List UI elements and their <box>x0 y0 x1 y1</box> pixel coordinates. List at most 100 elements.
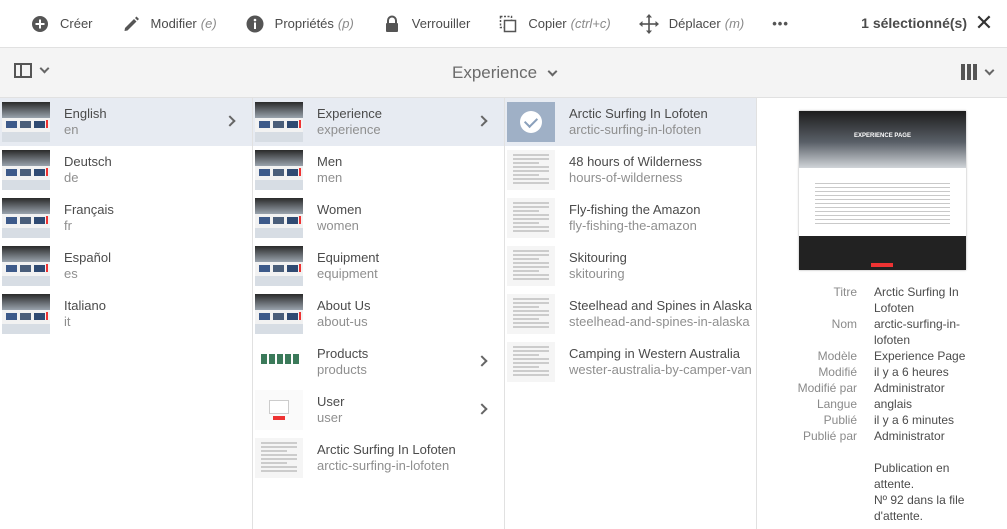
column-sections: Experience experience Men men Women women Equi… <box>253 98 505 529</box>
more-button[interactable]: ••• <box>758 0 803 48</box>
lock-button[interactable]: Verrouiller <box>368 0 485 48</box>
preview-thumbnail: EXPERIENCE PAGE <box>799 111 966 270</box>
item-title: About Us <box>317 298 371 313</box>
property-label: Modifié par <box>797 381 857 395</box>
move-button[interactable]: Déplacer (m) <box>625 0 759 48</box>
item-title: Women <box>317 202 362 217</box>
publication-status: Publication en attente. <box>757 460 1007 492</box>
list-item[interactable]: Products products <box>253 338 504 386</box>
column-languages: English en Deutsch de Français fr Español es Ita… <box>0 98 253 529</box>
list-item[interactable]: Deutsch de <box>0 146 252 194</box>
properties-button[interactable]: Propriétés (p) <box>231 0 368 48</box>
item-name: women <box>317 218 359 233</box>
list-item[interactable]: Women women <box>253 194 504 242</box>
item-texts: Products products <box>317 346 368 378</box>
item-name: hours-of-wilderness <box>569 170 683 185</box>
item-name: men <box>317 170 343 185</box>
property-label: Nom <box>831 317 857 331</box>
copy-shortcut: (ctrl+c) <box>570 16 611 31</box>
view-switcher-button[interactable] <box>961 64 995 80</box>
item-name: de <box>64 170 79 185</box>
item-title: Equipment <box>317 250 380 265</box>
item-name: equipment <box>317 266 378 281</box>
properties-list: Titre Arctic Surfing In Lofoten Nom arctic-… <box>757 284 1007 524</box>
properties-shortcut: (p) <box>337 16 354 31</box>
item-title: Products <box>317 346 369 361</box>
item-texts: Fly-fishing the Amazon fly-fishing-the-am… <box>569 202 701 234</box>
item-texts: Skitouring skitouring <box>569 250 627 282</box>
page-thumbnail <box>2 246 50 286</box>
property-label: Publié <box>823 413 857 427</box>
modify-button[interactable]: Modifier (e) <box>107 0 231 48</box>
item-title: Steelhead and Spines in Alaska <box>569 298 752 313</box>
page-thumbnail <box>255 390 303 430</box>
list-item[interactable]: Steelhead and Spines in Alaska steelhead-… <box>505 290 756 338</box>
list-item[interactable]: Italiano it <box>0 290 252 338</box>
item-texts: Steelhead and Spines in Alaska steelhead-… <box>569 298 752 330</box>
list-item[interactable]: Experience experience <box>253 98 504 146</box>
list-item[interactable]: Español es <box>0 242 252 290</box>
publication-status-text: Publication en attente. <box>874 461 950 491</box>
create-button[interactable]: Créer <box>16 0 107 48</box>
modify-label: Modifier <box>150 16 197 31</box>
breadcrumb-dropdown[interactable]: Experience <box>440 58 570 88</box>
property-value: anglais <box>874 397 913 411</box>
property-label: Titre <box>833 285 857 299</box>
item-texts: Español es <box>64 250 111 282</box>
item-name: it <box>64 314 71 329</box>
action-bar: Créer Modifier (e) Propriétés (p) Verrou… <box>0 0 1007 48</box>
preview-hero-title: EXPERIENCE PAGE <box>854 133 911 139</box>
property-row: Nom arctic-surfing-in-lofoten <box>757 316 1007 348</box>
close-selection-button[interactable]: ✕ <box>973 12 995 34</box>
property-row: Modifié il y a 6 heures <box>757 364 1007 380</box>
item-title: Deutsch <box>64 154 112 169</box>
page-thumbnail <box>2 102 50 142</box>
queue-status: Nº 92 dans la file d'attente. <box>757 492 1007 524</box>
list-item[interactable]: Men men <box>253 146 504 194</box>
page-thumbnail <box>255 294 303 334</box>
rail-panel-icon <box>14 63 32 78</box>
item-name: experience <box>317 122 381 137</box>
item-name: fr <box>64 218 72 233</box>
list-item[interactable]: Equipment equipment <box>253 242 504 290</box>
chevron-down-icon <box>984 65 995 75</box>
item-texts: Arctic Surfing In Lofoten arctic-surfing-… <box>569 106 708 138</box>
item-title: Arctic Surfing In Lofoten <box>317 442 456 457</box>
list-item[interactable]: Fly-fishing the Amazon fly-fishing-the-am… <box>505 194 756 242</box>
more-ellipsis-icon: ••• <box>772 16 789 31</box>
item-texts: Equipment equipment <box>317 250 379 282</box>
list-item[interactable]: About Us about-us <box>253 290 504 338</box>
item-title: Français <box>64 202 114 217</box>
page-thumbnail <box>255 342 303 382</box>
item-name: user <box>317 410 343 425</box>
properties-label: Propriétés <box>274 16 334 31</box>
list-item[interactable]: Français fr <box>0 194 252 242</box>
item-texts: Camping in Western Australia wester-austr… <box>569 346 752 378</box>
item-title: Camping in Western Australia <box>569 346 741 361</box>
list-item[interactable]: Arctic Surfing In Lofoten arctic-surfing-… <box>253 434 504 482</box>
page-thumbnail <box>255 150 303 190</box>
item-name: skitouring <box>569 266 625 281</box>
list-item[interactable]: Arctic Surfing In Lofoten arctic-surfing-… <box>505 98 756 146</box>
item-name: es <box>64 266 78 281</box>
list-item[interactable]: User user <box>253 386 504 434</box>
preview-panel: EXPERIENCE PAGE Titre Arctic Surfing In L… <box>757 98 1007 529</box>
list-item[interactable]: English en <box>0 98 252 146</box>
property-value: Administrator <box>874 429 945 443</box>
list-item[interactable]: Skitouring skitouring <box>505 242 756 290</box>
rail-toggle-button[interactable] <box>14 63 50 78</box>
list-item[interactable]: 48 hours of Wilderness hours-of-wildernes… <box>505 146 756 194</box>
property-label: Langue <box>816 397 857 411</box>
item-name: about-us <box>317 314 368 329</box>
chevron-down-icon <box>39 63 50 74</box>
item-title: Arctic Surfing In Lofoten <box>569 106 708 121</box>
item-texts: English en <box>64 106 107 138</box>
property-row: Titre Arctic Surfing In Lofoten <box>757 284 1007 316</box>
item-name: arctic-surfing-in-lofoten <box>317 458 450 473</box>
page-thumbnail <box>507 102 555 142</box>
copy-button[interactable]: Copier (ctrl+c) <box>484 0 624 48</box>
item-title: Fly-fishing the Amazon <box>569 202 701 217</box>
queue-status-text: Nº 92 dans la file d'attente. <box>874 493 965 523</box>
chevron-right-icon <box>476 403 488 415</box>
list-item[interactable]: Camping in Western Australia wester-austr… <box>505 338 756 386</box>
